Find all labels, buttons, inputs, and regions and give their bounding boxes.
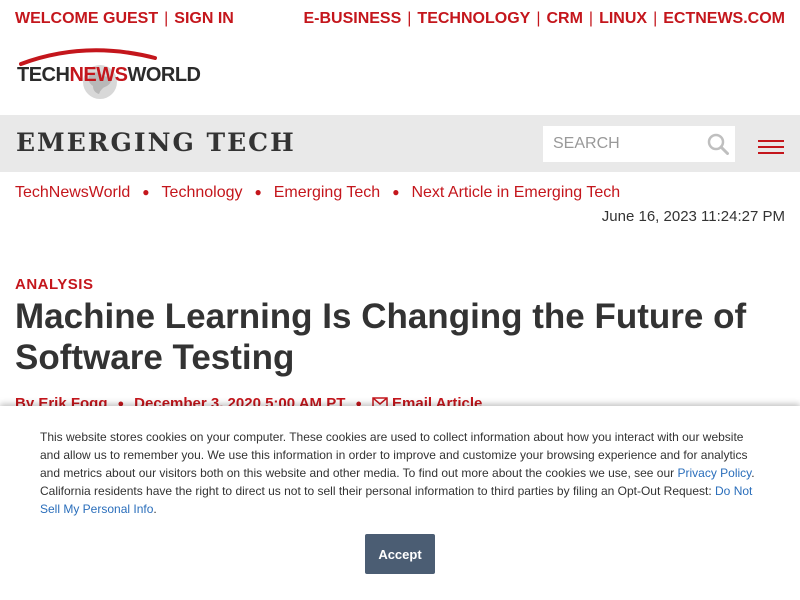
accept-cookies-button[interactable]: Accept — [365, 534, 435, 574]
search-input[interactable] — [543, 126, 703, 162]
network-link-technology[interactable]: TECHNOLOGY — [417, 10, 530, 27]
cookie-text-part: This website stores cookies on your comp… — [40, 430, 748, 480]
cookie-banner: This website stores cookies on your comp… — [0, 406, 800, 600]
breadcrumb-dot: ● — [142, 185, 150, 199]
logo-text-world: WORLD — [127, 64, 201, 86]
privacy-policy-link[interactable]: Privacy Policy — [677, 466, 751, 480]
separator: | — [588, 10, 594, 27]
logo-text-tech: TECH — [17, 64, 70, 86]
sign-in-link[interactable]: SIGN IN — [174, 10, 234, 27]
search-icon[interactable] — [707, 133, 729, 155]
network-link-ectnews[interactable]: ECTNEWS.COM — [663, 10, 785, 27]
search-box — [543, 126, 735, 162]
article-kicker: ANALYSIS — [15, 276, 94, 293]
menu-bar — [758, 146, 784, 148]
account-links: WELCOME GUEST | SIGN IN — [15, 10, 234, 28]
logo-wordmark: TECHNEWSWORLD — [17, 64, 201, 87]
separator: | — [164, 10, 169, 27]
network-links: E-BUSINESS | TECHNOLOGY | CRM | LINUX | ECTNEWS.… — [303, 10, 785, 28]
breadcrumb: TechNewsWorld ● Technology ● Emerging Tech ● N… — [15, 184, 620, 202]
cookie-text-part: . — [153, 502, 157, 516]
network-link-crm[interactable]: CRM — [546, 10, 582, 27]
logo-text-news: NEWS — [69, 64, 128, 86]
welcome-guest-link[interactable]: WELCOME GUEST — [15, 10, 158, 27]
separator: | — [653, 10, 658, 27]
menu-bar — [758, 152, 784, 154]
cookie-text: This website stores cookies on your comp… — [40, 428, 760, 518]
network-link-linux[interactable]: LINUX — [599, 10, 647, 27]
current-timestamp: June 16, 2023 11:24:27 PM — [601, 208, 785, 225]
network-link-ebusiness[interactable]: E-BUSINESS — [303, 10, 401, 27]
menu-bar — [758, 140, 784, 142]
article-headline: Machine Learning Is Changing the Future … — [15, 297, 747, 377]
separator: | — [536, 10, 541, 27]
section-bar: EMERGING TECH — [0, 115, 800, 172]
breadcrumb-dot: ● — [254, 185, 262, 199]
section-title: EMERGING TECH — [16, 128, 296, 157]
site-logo[interactable]: TECHNEWSWORLD — [15, 46, 201, 102]
breadcrumb-dot: ● — [392, 185, 400, 199]
separator: | — [407, 10, 412, 27]
breadcrumb-technology[interactable]: Technology — [162, 184, 243, 201]
breadcrumb-emerging-tech[interactable]: Emerging Tech — [274, 184, 380, 201]
next-article-link[interactable]: Next Article in Emerging Tech — [411, 184, 620, 201]
breadcrumb-technewsworld[interactable]: TechNewsWorld — [15, 184, 130, 201]
hamburger-menu-icon[interactable] — [758, 140, 784, 156]
top-bar: WELCOME GUEST | SIGN IN E-BUSINESS | TECHNOL… — [0, 0, 800, 38]
